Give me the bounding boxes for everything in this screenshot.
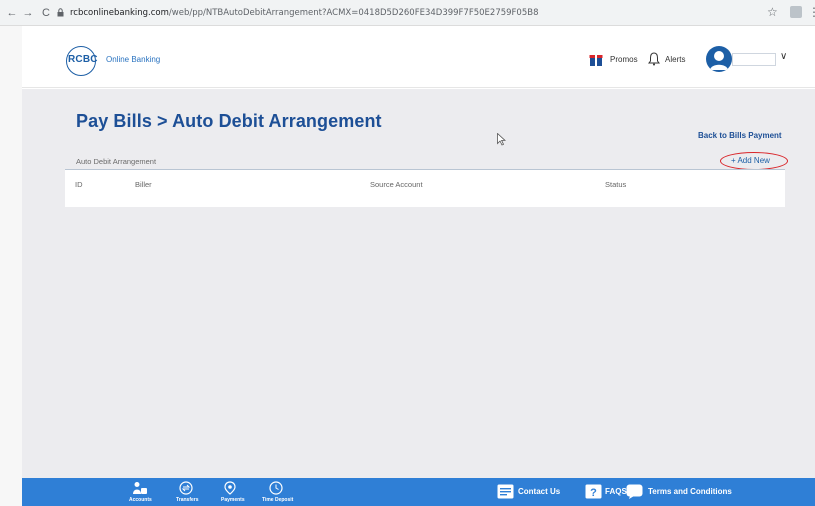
svg-text:?: ? xyxy=(590,487,597,499)
auto-debit-table: ID Biller Source Account Status xyxy=(65,169,785,207)
browser-toolbar: ← → C rcbconlinebanking.com/web/pp/NTBAu… xyxy=(0,0,815,26)
back-to-bills-link[interactable]: Back to Bills Payment xyxy=(698,131,782,140)
avatar[interactable] xyxy=(706,46,732,72)
back-icon[interactable]: ← xyxy=(4,5,20,21)
nav-accounts[interactable]: Accounts xyxy=(129,497,152,503)
time-deposit-icon[interactable] xyxy=(268,481,284,495)
forward-icon[interactable]: → xyxy=(20,5,36,21)
transfers-icon[interactable] xyxy=(178,481,194,495)
reload-icon[interactable]: C xyxy=(38,5,54,21)
username-box[interactable] xyxy=(732,53,776,66)
faq-icon[interactable]: ? xyxy=(585,484,602,499)
logo-text: RCBC xyxy=(68,54,98,65)
annotation-circle xyxy=(720,152,788,170)
chevron-down-icon[interactable]: ∨ xyxy=(780,51,787,62)
url-path: /web/pp/NTBAutoDebitArrangement?ACMX=041… xyxy=(168,8,539,18)
accounts-icon[interactable] xyxy=(132,481,148,495)
bottom-nav-bar: Accounts Transfers Payments Time Deposit… xyxy=(22,478,815,506)
column-header-status: Status xyxy=(605,180,627,189)
address-bar[interactable]: rcbconlinebanking.com/web/pp/NTBAutoDebi… xyxy=(70,4,760,22)
site-header: RCBC Online Banking Promos Alerts ∨ xyxy=(22,36,815,88)
contact-icon[interactable] xyxy=(497,484,514,499)
url-host: rcbconlinebanking.com xyxy=(70,8,169,18)
promos-link[interactable]: Promos xyxy=(610,55,638,64)
main-panel: Pay Bills > Auto Debit Arrangement Back … xyxy=(22,89,815,478)
column-header-id: ID xyxy=(75,180,83,189)
terms-link[interactable]: Terms and Conditions xyxy=(648,487,732,496)
faqs-link[interactable]: FAQS xyxy=(605,487,627,496)
lock-icon xyxy=(57,8,64,17)
section-label: Auto Debit Arrangement xyxy=(76,157,157,166)
user-icon xyxy=(710,51,728,70)
bell-icon[interactable] xyxy=(648,52,660,66)
profile-extension-icon[interactable] xyxy=(790,6,802,18)
contact-us-link[interactable]: Contact Us xyxy=(518,487,560,496)
column-header-biller: Biller xyxy=(135,180,152,189)
logo-subtitle: Online Banking xyxy=(106,55,161,64)
payments-icon[interactable] xyxy=(222,481,238,495)
column-header-source-account: Source Account xyxy=(370,180,423,189)
left-gutter xyxy=(0,26,22,506)
mouse-cursor-icon xyxy=(497,133,506,146)
nav-transfers[interactable]: Transfers xyxy=(176,497,199,503)
promos-icon[interactable] xyxy=(589,53,603,67)
bookmark-star-icon[interactable]: ☆ xyxy=(767,5,778,19)
browser-menu-icon[interactable]: ⋮ xyxy=(808,5,815,19)
alerts-link[interactable]: Alerts xyxy=(665,55,685,64)
nav-payments[interactable]: Payments xyxy=(221,497,245,503)
page-title: Pay Bills > Auto Debit Arrangement xyxy=(76,111,382,131)
terms-icon[interactable] xyxy=(626,484,643,499)
nav-time-deposit[interactable]: Time Deposit xyxy=(262,497,293,503)
